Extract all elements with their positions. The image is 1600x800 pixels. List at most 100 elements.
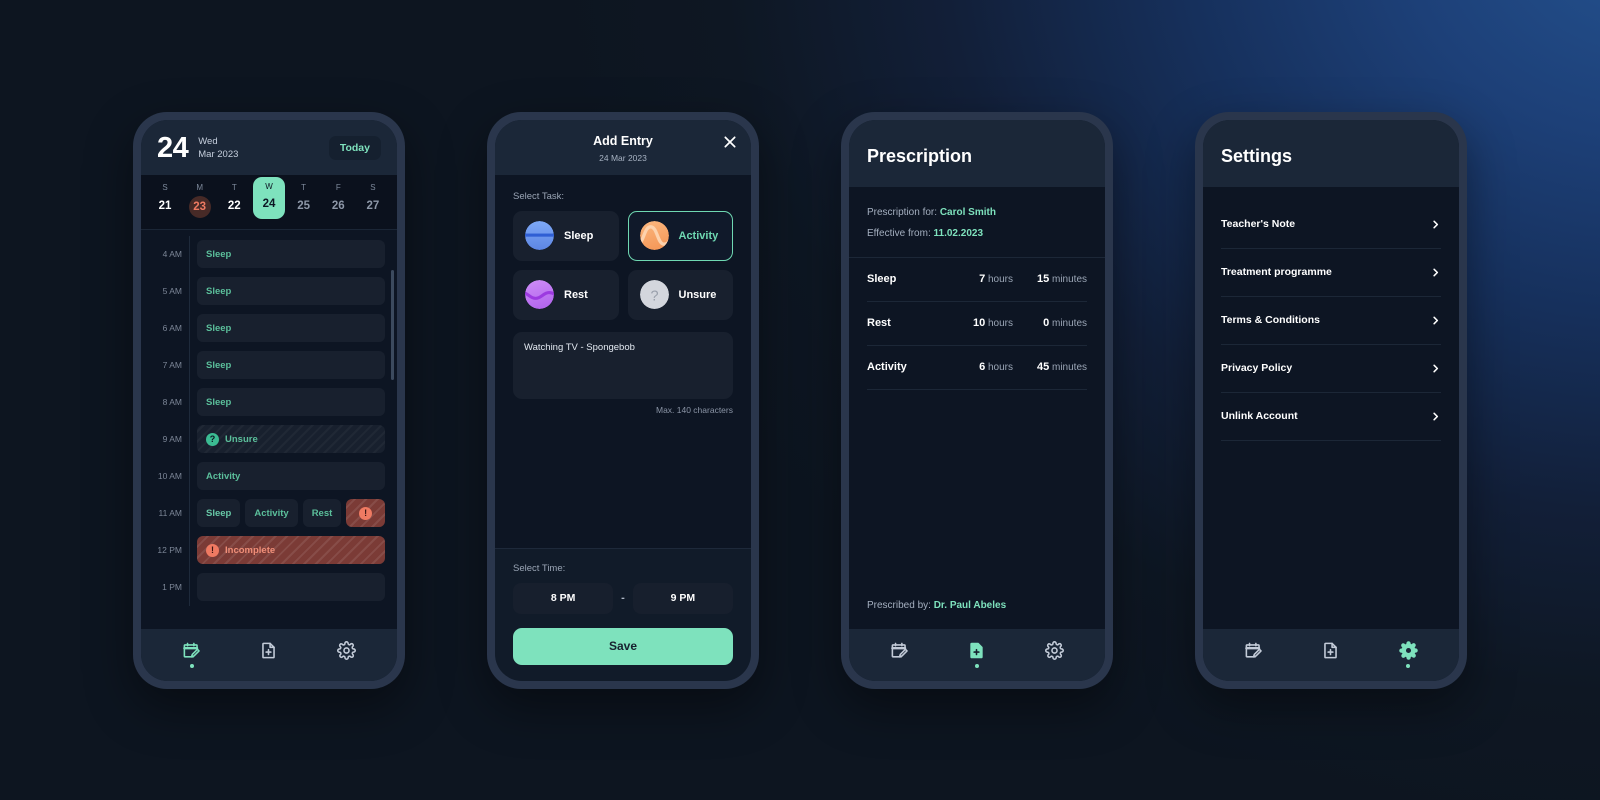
timeline-chip-error[interactable]: ! xyxy=(346,499,385,527)
task-card-sleep[interactable]: Sleep xyxy=(513,210,619,261)
timeline-rule xyxy=(189,272,190,310)
time-separator: - xyxy=(621,592,625,604)
nav-diary-tab[interactable] xyxy=(169,641,215,668)
phone-prescription: Prescription Prescription for: Carol Smi… xyxy=(841,111,1113,689)
settings-item-teachers-note[interactable]: Teacher's Note xyxy=(1221,201,1441,249)
week-day-number: 25 xyxy=(297,199,311,212)
hours-unit: hours xyxy=(987,318,1013,329)
document-plus-icon xyxy=(1324,642,1338,659)
minutes-unit: minutes xyxy=(1051,274,1087,285)
time-range-row: 8 PM - 9 PM xyxy=(513,582,734,614)
prescription-task-name: Sleep xyxy=(867,273,897,285)
prescription-minutes: 0 minutes xyxy=(1013,317,1087,329)
today-button[interactable]: Today xyxy=(328,136,381,160)
note-char-hint: Max. 140 characters xyxy=(655,404,733,415)
timeline-row: 1 PM xyxy=(141,568,397,606)
week-day-2[interactable]: T 22 xyxy=(221,183,247,219)
timeline-slot[interactable]: Sleep xyxy=(197,351,385,379)
timeline-chip-rest[interactable]: Rest xyxy=(302,499,342,527)
timeline-chip-sleep[interactable]: Sleep xyxy=(197,499,241,527)
prescription-minutes: 15 minutes xyxy=(1013,273,1087,285)
task-card-unsure[interactable]: ? Unsure xyxy=(627,269,733,320)
prescription-hours: 10 hours xyxy=(949,317,1013,329)
settings-item-unlink-account[interactable]: Unlink Account xyxy=(1221,393,1441,441)
screen-prescription: Prescription Prescription for: Carol Smi… xyxy=(849,119,1105,681)
chevron-right-icon xyxy=(1433,220,1439,228)
screen-daily-diary: 24 Wed Mar 2023 Today S 21 M 23 T 22 W 2… xyxy=(141,119,397,681)
timeline-scrollbar[interactable] xyxy=(391,269,394,380)
week-day-6[interactable]: S 27 xyxy=(360,183,386,219)
week-day-5[interactable]: F 26 xyxy=(325,183,351,219)
timeline-slot-unsure[interactable]: ? Unsure xyxy=(197,425,385,453)
week-day-3-selected[interactable]: W 24 xyxy=(252,176,285,219)
nav-diary-tab[interactable] xyxy=(877,641,923,668)
prescription-task-name: Activity xyxy=(867,361,907,373)
settings-list: Teacher's Note Treatment programme Terms… xyxy=(1203,187,1459,441)
timeline-slot[interactable]: Sleep xyxy=(197,314,385,342)
bottom-nav-prescription xyxy=(849,628,1105,681)
nav-settings-tab[interactable] xyxy=(323,641,369,668)
task-label: Sleep xyxy=(564,229,594,242)
settings-item-privacy-policy[interactable]: Privacy Policy xyxy=(1221,345,1441,393)
nav-prescription-tab[interactable] xyxy=(954,641,1000,668)
task-label: Unsure xyxy=(678,288,717,301)
add-entry-title: Add Entry xyxy=(593,133,653,148)
gear-icon xyxy=(1399,641,1418,660)
nav-diary-tab[interactable] xyxy=(1231,641,1277,668)
timeline-hour: 6 AM xyxy=(162,323,182,333)
timeline-rule xyxy=(189,531,190,569)
nav-settings-tab[interactable] xyxy=(1031,641,1077,668)
week-day-0[interactable]: S 21 xyxy=(152,183,178,219)
settings-item-treatment-programme[interactable]: Treatment programme xyxy=(1221,249,1441,297)
nav-settings-tab[interactable] xyxy=(1385,641,1431,668)
timeline-slot[interactable]: Sleep xyxy=(197,388,385,416)
timeline-rule xyxy=(189,494,190,532)
prescribed-by-line: Prescribed by: Dr. Paul Abeles xyxy=(849,582,1024,629)
time-to-picker[interactable]: 9 PM xyxy=(632,582,734,614)
settings-body: Teacher's Note Treatment programme Terms… xyxy=(1203,186,1459,629)
chevron-right-icon xyxy=(1433,412,1439,420)
week-day-letter: W xyxy=(265,181,273,191)
time-from-picker[interactable]: 8 PM xyxy=(513,582,614,614)
timeline-chip-activity[interactable]: Activity xyxy=(245,499,298,527)
timeline-slot[interactable]: Sleep xyxy=(197,240,385,268)
timeline-row: 12 PM ! Incomplete xyxy=(141,531,397,569)
prescription-hours: 7 hours xyxy=(949,273,1013,285)
week-day-number: 23 xyxy=(188,195,211,218)
timeline-rule xyxy=(189,235,190,273)
slot-label: Activity xyxy=(206,470,241,482)
prescription-row-activity: Activity 6 hours 45 minutes xyxy=(867,346,1087,390)
slot-label: Sleep xyxy=(206,359,232,371)
timeline-hour: 5 AM xyxy=(162,286,182,296)
save-button[interactable]: Save xyxy=(513,627,733,665)
calendar-edit-icon xyxy=(1245,642,1262,658)
hours-value: 6 xyxy=(979,361,986,373)
select-task-label: Select Task: xyxy=(513,190,565,202)
prescription-row-rest: Rest 10 hours 0 minutes xyxy=(867,302,1087,346)
timeline-slot-incomplete[interactable]: ! Incomplete xyxy=(197,536,385,564)
prescription-body: Prescription for: Carol Smith Effective … xyxy=(849,186,1105,629)
week-day-1[interactable]: M 23 xyxy=(187,183,213,219)
task-card-rest[interactable]: Rest xyxy=(513,269,619,320)
task-card-activity[interactable]: Activity xyxy=(627,210,733,261)
nav-prescription-tab[interactable] xyxy=(1308,641,1354,668)
week-day-number: 26 xyxy=(331,199,345,212)
nav-prescription-tab[interactable] xyxy=(246,641,292,668)
add-entry-date: 24 Mar 2023 xyxy=(599,152,647,163)
note-input[interactable]: Watching TV - Spongebob xyxy=(513,331,733,399)
hours-unit: hours xyxy=(987,362,1013,373)
prescription-for-label: Prescription for: xyxy=(867,206,938,218)
settings-header: Settings xyxy=(1203,119,1459,187)
svg-text:?: ? xyxy=(650,288,658,304)
timeline-slot[interactable]: Activity xyxy=(197,462,385,490)
settings-item-terms-conditions[interactable]: Terms & Conditions xyxy=(1221,297,1441,345)
slot-label: Sleep xyxy=(206,248,232,260)
timeline-slot-empty[interactable] xyxy=(197,573,385,601)
week-day-4[interactable]: T 25 xyxy=(291,183,317,219)
week-day-letter: S xyxy=(370,182,376,192)
prescribed-by-value: Dr. Paul Abeles xyxy=(933,599,1007,611)
close-icon[interactable] xyxy=(722,134,738,150)
timeline-slot[interactable]: Sleep xyxy=(197,277,385,305)
slot-label: Sleep xyxy=(206,322,232,334)
nav-active-dot xyxy=(974,664,979,668)
